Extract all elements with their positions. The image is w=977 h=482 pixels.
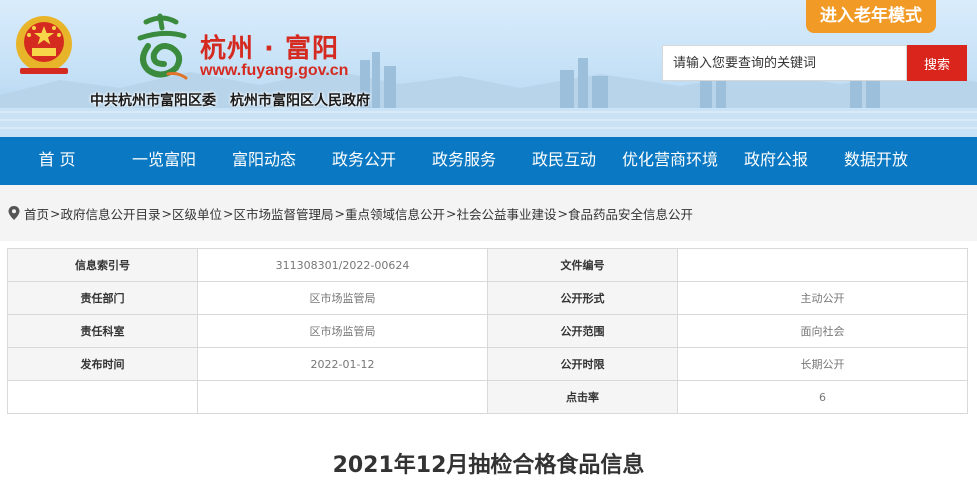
breadcrumb-separator: > — [557, 205, 568, 221]
table-row: 点击率 6 — [7, 380, 968, 414]
info-value-click-rate: 6 — [677, 380, 968, 414]
info-value-disclosure-form: 主动公开 — [677, 281, 968, 315]
info-empty-cell — [197, 380, 488, 414]
site-url[interactable]: www.fuyang.gov.cn — [200, 62, 348, 80]
info-key-disclosure-form: 公开形式 — [487, 281, 678, 315]
nav-item-home[interactable]: 首 页 — [0, 137, 114, 185]
breadcrumb-catalog[interactable]: 政府信息公开目录 — [61, 204, 161, 223]
info-key-document-number: 文件编号 — [487, 248, 678, 282]
breadcrumb-public-welfare[interactable]: 社会公益事业建设 — [457, 204, 557, 223]
org-name-government: 杭州市富阳区人民政府 — [230, 93, 370, 109]
nav-item-gazette[interactable]: 政府公报 — [726, 137, 826, 185]
info-key-click-rate: 点击率 — [487, 380, 678, 414]
breadcrumb: 首页 > 政府信息公开目录 > 区级单位 > 区市场监督管理局 > 重点领域信息公开 > … — [0, 185, 977, 241]
nav-item-overview[interactable]: 一览富阳 — [114, 137, 214, 185]
site-header: 杭州 · 富阳 www.fuyang.gov.cn 中共杭州市富阳区委 杭州市富… — [0, 0, 977, 137]
info-key-publish-date: 发布时间 — [7, 347, 198, 381]
table-row: 责任科室 区市场监管局 公开范围 面向社会 — [7, 314, 968, 348]
fuyang-logo — [128, 12, 194, 88]
info-value-publish-date: 2022-01-12 — [197, 347, 488, 381]
breadcrumb-home[interactable]: 首页 — [24, 204, 49, 223]
table-row: 信息索引号 311308301/2022-00624 文件编号 — [7, 248, 968, 282]
nav-item-interaction[interactable]: 政民互动 — [514, 137, 614, 185]
site-title: 杭州 · 富阳 — [200, 34, 339, 64]
info-key-department: 责任部门 — [7, 281, 198, 315]
info-key-index-number: 信息索引号 — [7, 248, 198, 282]
breadcrumb-separator: > — [334, 205, 345, 221]
info-value-index-number: 311308301/2022-00624 — [197, 248, 488, 282]
info-key-disclosure-period: 公开时限 — [487, 347, 678, 381]
organization-names: 中共杭州市富阳区委 杭州市富阳区人民政府 — [90, 90, 370, 110]
breadcrumb-separator: > — [446, 205, 457, 221]
info-key-disclosure-scope: 公开范围 — [487, 314, 678, 348]
nav-item-gov-affairs-open[interactable]: 政务公开 — [314, 137, 414, 185]
breadcrumb-food-drug-safety[interactable]: 食品药品安全信息公开 — [568, 204, 693, 223]
article-title: 2021年12月抽检合格食品信息 — [332, 453, 645, 478]
info-value-section: 区市场监管局 — [197, 314, 488, 348]
nav-item-gov-services[interactable]: 政务服务 — [414, 137, 514, 185]
location-pin-icon — [8, 206, 20, 220]
breadcrumb-separator: > — [161, 205, 172, 221]
nav-item-business-environment[interactable]: 优化营商环境 — [614, 137, 726, 185]
table-row: 责任部门 区市场监管局 公开形式 主动公开 — [7, 281, 968, 315]
breadcrumb-separator: > — [50, 205, 61, 221]
fuyang-calligraphy-icon — [137, 13, 188, 80]
org-name-party-committee: 中共杭州市富阳区委 — [90, 93, 216, 109]
table-row: 发布时间 2022-01-12 公开时限 长期公开 — [7, 347, 968, 381]
info-empty-cell — [7, 380, 198, 414]
search-button[interactable]: 搜索 — [907, 45, 967, 81]
national-emblem-icon — [16, 16, 72, 74]
info-key-section: 责任科室 — [7, 314, 198, 348]
document-info-table: 信息索引号 311308301/2022-00624 文件编号 责任部门 区市场… — [7, 248, 968, 414]
info-value-disclosure-period: 长期公开 — [677, 347, 968, 381]
info-value-disclosure-scope: 面向社会 — [677, 314, 968, 348]
search-input[interactable] — [662, 45, 907, 81]
info-value-department: 区市场监管局 — [197, 281, 488, 315]
nav-item-news[interactable]: 富阳动态 — [214, 137, 314, 185]
info-value-document-number — [677, 248, 968, 282]
elder-mode-button[interactable]: 进入老年模式 — [806, 0, 936, 33]
breadcrumb-key-areas[interactable]: 重点领域信息公开 — [345, 204, 445, 223]
main-nav: 首 页 一览富阳 富阳动态 政务公开 政务服务 政民互动 优化营商环境 政府公报… — [0, 137, 977, 185]
breadcrumb-district-units[interactable]: 区级单位 — [172, 204, 222, 223]
breadcrumb-market-supervision[interactable]: 区市场监督管理局 — [234, 204, 334, 223]
breadcrumb-separator: > — [223, 205, 234, 221]
nav-item-open-data[interactable]: 数据开放 — [826, 137, 926, 185]
